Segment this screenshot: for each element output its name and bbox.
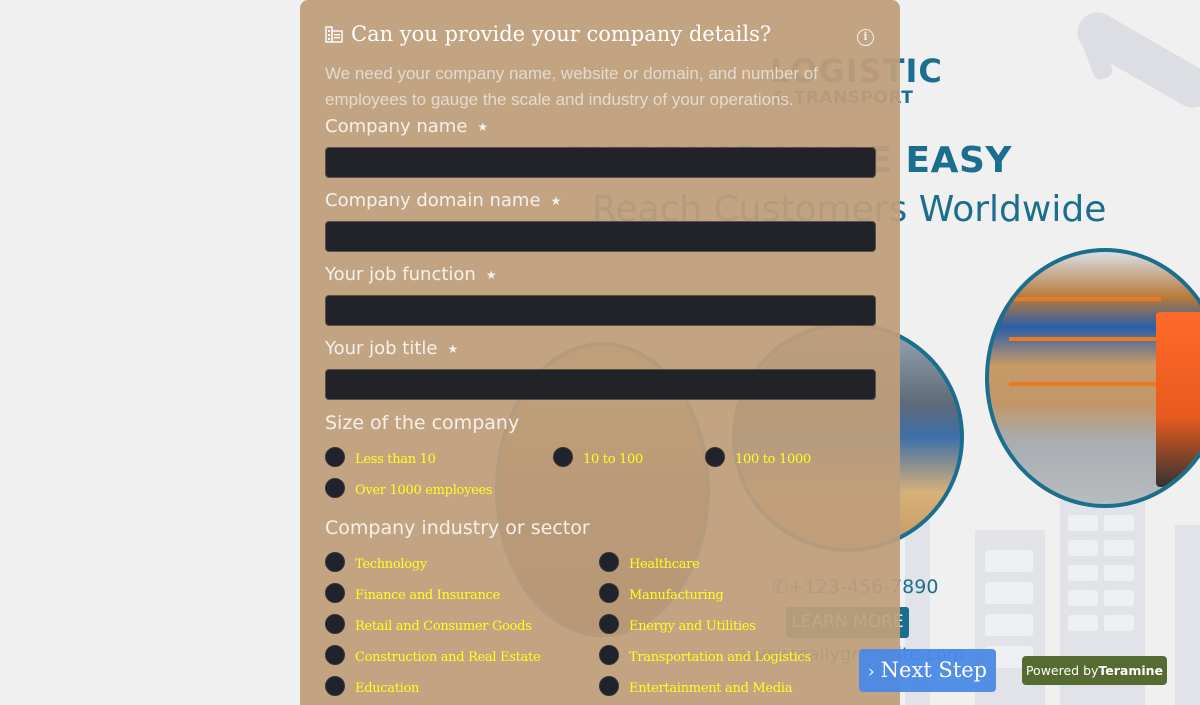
- company-domain-input[interactable]: [325, 221, 876, 252]
- company-size-label: Size of the company: [325, 412, 520, 434]
- radio-button[interactable]: [325, 477, 345, 498]
- industry-option-transportation[interactable]: Transportation and Logistics: [599, 644, 811, 665]
- info-icon[interactable]: i: [857, 29, 874, 46]
- size-option-10-to-100[interactable]: 10 to 100: [553, 446, 643, 467]
- radio-button[interactable]: [325, 582, 345, 603]
- powered-by-brand: Teramine: [1098, 663, 1164, 678]
- required-star-icon: ★: [477, 119, 489, 134]
- powered-by-badge[interactable]: Powered byTeramine: [1022, 656, 1167, 685]
- form-title: Can you provide your company details?: [325, 22, 771, 46]
- industry-option-retail[interactable]: Retail and Consumer Goods: [325, 613, 532, 634]
- radio-button[interactable]: [705, 446, 725, 467]
- size-option-over-1000[interactable]: Over 1000 employees: [325, 477, 493, 498]
- industry-option-energy[interactable]: Energy and Utilities: [599, 613, 756, 634]
- industry-option-manufacturing[interactable]: Manufacturing: [599, 582, 724, 603]
- building-icon: [325, 26, 343, 43]
- company-details-form: Can you provide your company details? i …: [300, 0, 900, 705]
- radio-button[interactable]: [599, 613, 619, 634]
- radio-button[interactable]: [599, 551, 619, 572]
- required-star-icon: ★: [550, 193, 562, 208]
- size-option-100-to-1000[interactable]: 100 to 1000: [705, 446, 811, 467]
- company-name-label: Company name ★: [325, 116, 489, 137]
- form-description: We need your company name, website or do…: [325, 64, 818, 109]
- radio-button[interactable]: [325, 613, 345, 634]
- required-star-icon: ★: [485, 267, 497, 282]
- radio-button[interactable]: [325, 675, 345, 696]
- industry-option-finance[interactable]: Finance and Insurance: [325, 582, 500, 603]
- industry-option-technology[interactable]: Technology: [325, 551, 427, 572]
- industry-option-construction[interactable]: Construction and Real Estate: [325, 644, 541, 665]
- radio-button[interactable]: [553, 446, 573, 467]
- industry-option-healthcare[interactable]: Healthcare: [599, 551, 700, 572]
- job-function-input[interactable]: [325, 295, 876, 326]
- job-title-input[interactable]: [325, 369, 876, 400]
- next-step-label: Next Step: [880, 658, 988, 682]
- powered-by-prefix: Powered by: [1025, 663, 1099, 678]
- company-name-input[interactable]: [325, 147, 876, 178]
- job-title-label: Your job title ★: [325, 338, 459, 359]
- radio-button[interactable]: [599, 582, 619, 603]
- radio-button[interactable]: [599, 675, 619, 696]
- radio-button[interactable]: [325, 644, 345, 665]
- building-silhouette: [1175, 525, 1200, 705]
- chevron-right-icon: ›: [867, 662, 875, 682]
- required-star-icon: ★: [447, 341, 459, 356]
- next-step-button[interactable]: › Next Step: [859, 649, 996, 692]
- industry-option-entertainment[interactable]: Entertainment and Media: [599, 675, 792, 696]
- company-domain-label: Company domain name ★: [325, 190, 562, 211]
- warehouse-forklift-photo: [985, 248, 1200, 508]
- industry-label: Company industry or sector: [325, 517, 590, 539]
- industry-option-education[interactable]: Education: [325, 675, 419, 696]
- radio-button[interactable]: [325, 551, 345, 572]
- radio-button[interactable]: [599, 644, 619, 665]
- form-title-text: Can you provide your company details?: [351, 22, 772, 46]
- size-option-less-than-10[interactable]: Less than 10: [325, 446, 436, 467]
- radio-button[interactable]: [325, 446, 345, 467]
- job-function-label: Your job function ★: [325, 264, 497, 285]
